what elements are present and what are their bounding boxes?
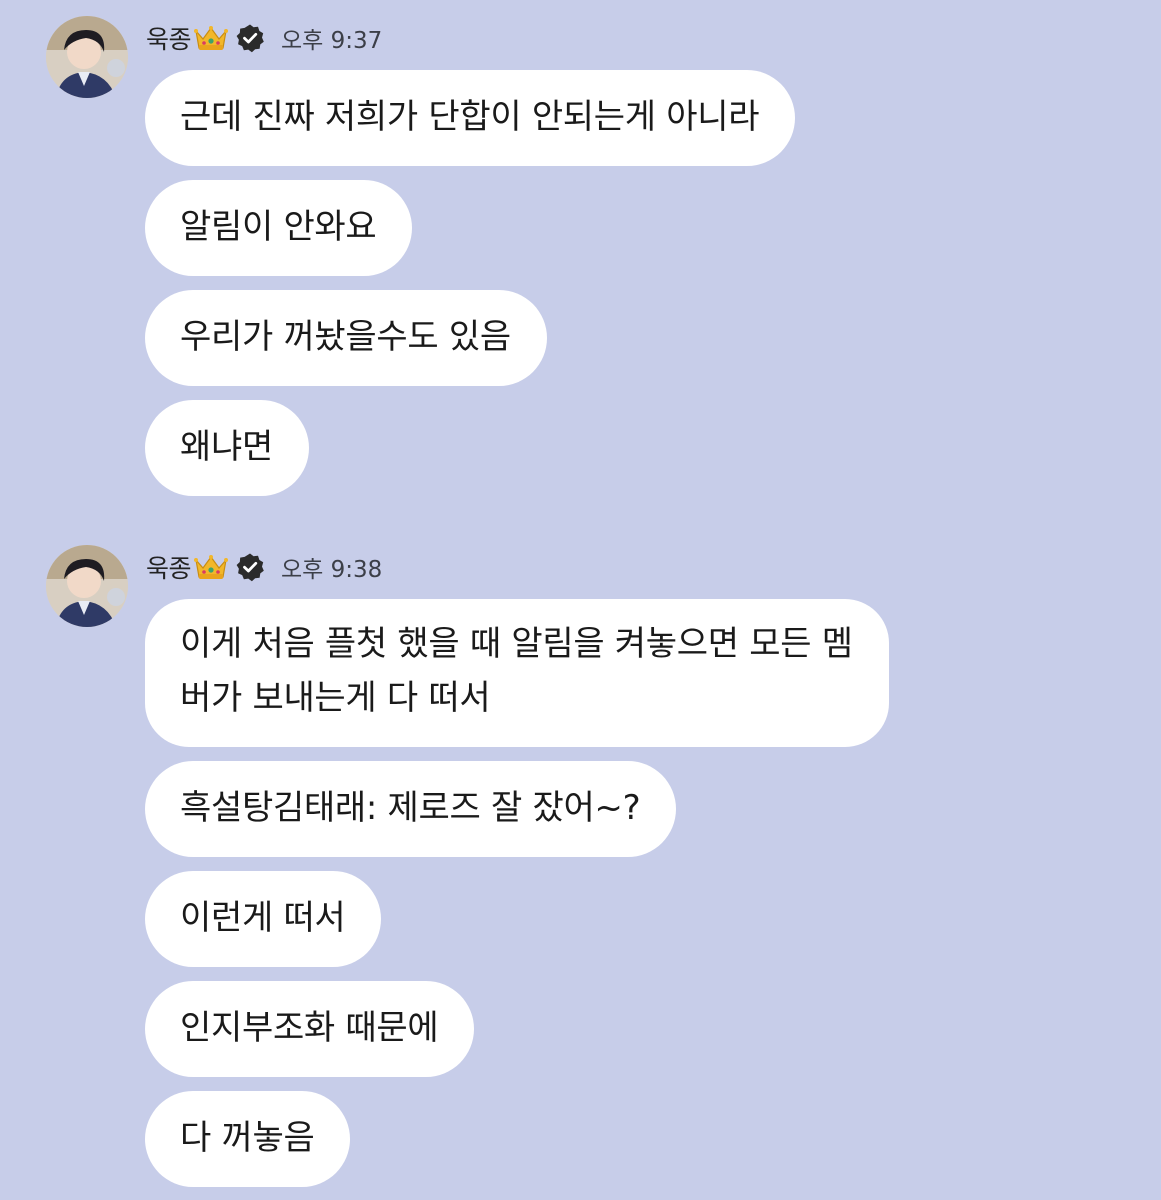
message-bubble[interactable]: 왜냐면 [145,400,309,496]
verified-badge-icon [236,553,264,582]
chat-view: 욱종 오후 9:37 근데 진짜 저희가 단합이 안되는게 아니라 알림이 안와… [0,0,1161,1200]
message-bubble[interactable]: 근데 진짜 저희가 단합이 안되는게 아니라 [145,70,796,166]
message-header: 욱종 오후 9:37 [146,18,382,58]
message-bubble[interactable]: 우리가 꺼놨을수도 있음 [145,290,547,386]
message-header: 욱종 오후 9:38 [146,547,382,587]
sender-name[interactable]: 욱종 [146,549,192,585]
message-time: 오후 9:38 [281,557,383,583]
message-bubble[interactable]: 다 꺼놓음 [145,1091,351,1187]
crown-emoji-icon [194,26,229,50]
message-bubble[interactable]: 흑설탕김태래: 제로즈 잘 잤어~? [145,761,677,857]
message-time: 오후 9:37 [281,28,383,54]
message-bubble[interactable]: 알림이 안와요 [145,180,413,276]
message-bubble[interactable]: 이게 처음 플첫 했을 때 알림을 켜놓으면 모든 멤 버가 보내는게 다 떠서 [145,599,889,747]
message-list: 근데 진짜 저희가 단합이 안되는게 아니라 알림이 안와요 우리가 꺼놨을수도… [145,70,796,510]
crown-emoji-icon [194,555,229,579]
message-list: 이게 처음 플첫 했을 때 알림을 켜놓으면 모든 멤 버가 보내는게 다 떠서… [145,599,889,1200]
avatar[interactable] [46,545,128,627]
message-bubble[interactable]: 이런게 떠서 [145,871,382,967]
verified-badge-icon [236,24,264,53]
message-bubble[interactable]: 인지부조화 때문에 [145,981,475,1077]
sender-name[interactable]: 욱종 [146,20,192,56]
avatar[interactable] [46,16,128,98]
